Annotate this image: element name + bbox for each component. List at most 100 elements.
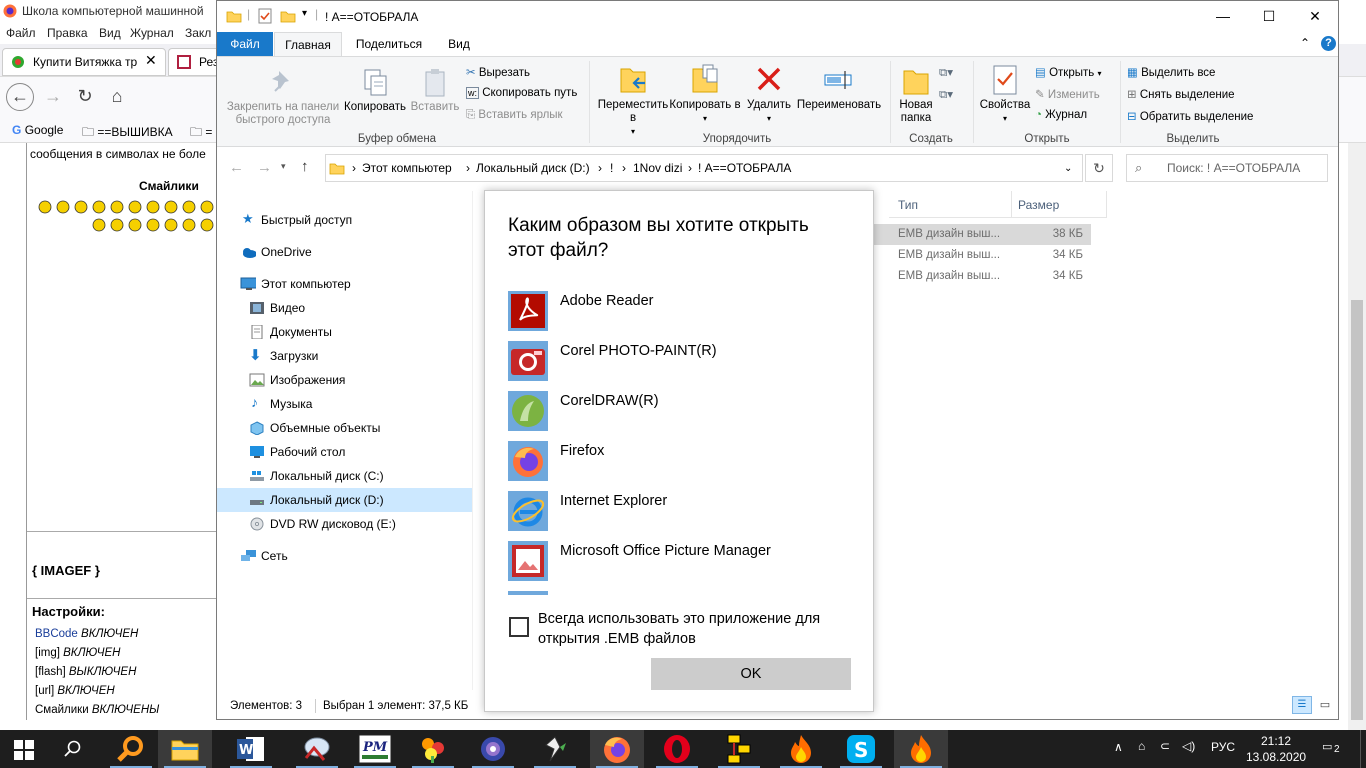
nav-pictures[interactable]: Изображения <box>217 368 473 392</box>
select-all-button[interactable]: ▦ Выделить все <box>1127 65 1215 79</box>
up-button[interactable]: ↑ <box>301 158 309 175</box>
move-to-button[interactable]: Переместить в ▾ <box>595 63 671 137</box>
paste-button[interactable]: Вставить <box>409 67 461 114</box>
back-button[interactable]: ← <box>6 83 34 111</box>
setting-key[interactable]: BBCode <box>35 628 78 640</box>
taskbar-flower[interactable] <box>466 730 520 768</box>
menu-bookmarks[interactable]: Закл <box>185 26 211 40</box>
breadcrumb-current[interactable]: ! А==ОТОБРАЛА <box>698 161 791 175</box>
maximize-button[interactable]: ☐ <box>1246 1 1292 32</box>
rename-button[interactable]: Переименовать <box>795 63 883 112</box>
app-option-adobe-reader[interactable]: Adobe Reader <box>508 291 848 331</box>
taskbar-flowers[interactable] <box>406 730 460 768</box>
browser-tab-1[interactable]: Купити Витяжка тр ✕ <box>2 48 166 76</box>
file-row[interactable]: EMB дизайн выш... 38 КБ <box>874 224 1091 245</box>
large-icons-view-icon[interactable]: ▭ <box>1316 696 1334 714</box>
invert-selection-button[interactable]: ⊟ Обратить выделение <box>1127 109 1253 123</box>
breadcrumb-this-pc[interactable]: Этот компьютер <box>362 161 452 175</box>
minimize-button[interactable]: — <box>1200 1 1246 32</box>
breadcrumb-disk-d[interactable]: Локальный диск (D:) <box>476 161 590 175</box>
breadcrumb-bang[interactable]: ! <box>610 161 613 175</box>
refresh-button[interactable]: ↻ <box>1085 154 1113 182</box>
copy-button[interactable]: Копировать <box>341 67 409 114</box>
help-icon[interactable]: ? <box>1321 36 1336 51</box>
nav-disk-d[interactable]: Локальный диск (D:) <box>217 488 473 512</box>
always-use-checkbox[interactable] <box>509 617 529 637</box>
column-divider[interactable] <box>1106 191 1107 217</box>
taskbar-chart-app[interactable] <box>712 730 766 768</box>
easy-access-button[interactable]: ⧉▾ <box>939 87 953 102</box>
menu-edit[interactable]: Правка <box>47 26 88 40</box>
nav-3d-objects[interactable]: Объемные объекты <box>217 416 473 440</box>
close-button[interactable]: ✕ <box>1292 1 1338 32</box>
new-item-button[interactable]: ⧉▾ <box>939 65 953 80</box>
bookmark-google[interactable]: G Google <box>12 123 63 137</box>
taskbar-firefox[interactable] <box>590 730 644 768</box>
search-button[interactable] <box>46 730 100 768</box>
tray-wifi-icon[interactable]: ⊂ <box>1160 739 1170 753</box>
address-bar[interactable]: › Этот компьютер › Локальный диск (D:) ›… <box>325 154 1083 182</box>
browser-scrollbar-thumb[interactable] <box>1351 300 1363 720</box>
tray-overflow-icon[interactable]: ∧ <box>1114 740 1123 754</box>
taskbar-fire-app-2[interactable] <box>894 730 948 768</box>
tab-home[interactable]: Главная <box>274 32 342 56</box>
menu-history[interactable]: Журнал <box>130 26 174 40</box>
nav-network[interactable]: Сеть <box>217 544 473 568</box>
history-button[interactable]: ◔ Журнал <box>1035 109 1087 121</box>
taskbar-skype[interactable]: S <box>834 730 888 768</box>
quick-access-dropdown-icon[interactable]: ▾ <box>302 8 307 19</box>
nav-this-pc[interactable]: Этот компьютер <box>217 272 473 296</box>
app-option-firefox[interactable]: Firefox <box>508 441 848 481</box>
column-divider[interactable] <box>1011 191 1012 217</box>
copy-to-button[interactable]: Копировать в ▾ <box>669 63 741 124</box>
notifications-button[interactable]: ▭ 2 <box>1322 740 1342 758</box>
close-icon[interactable]: ✕ <box>145 52 157 69</box>
app-option-internet-explorer[interactable]: Internet Explorer <box>508 491 848 531</box>
smilies-grid[interactable] <box>37 199 217 235</box>
tab-file[interactable]: Файл <box>217 32 273 56</box>
properties-quick-icon[interactable] <box>258 8 272 24</box>
nav-onedrive[interactable]: OneDrive <box>217 240 473 264</box>
app-option-corel-photo-paint[interactable]: Corel PHOTO-PAINT(R) <box>508 341 848 381</box>
cut-button[interactable]: ✂ Вырезать <box>466 65 530 79</box>
column-header-size[interactable]: Размер <box>1018 198 1059 212</box>
pin-quick-access-button[interactable]: Закрепить на панели быстрого доступа <box>223 67 343 127</box>
menu-view[interactable]: Вид <box>99 26 121 40</box>
nav-desktop[interactable]: Рабочий стол <box>217 440 473 464</box>
new-folder-quick-icon[interactable] <box>280 9 296 23</box>
edit-button[interactable]: ✎ Изменить <box>1035 87 1100 101</box>
nav-documents[interactable]: Документы <box>217 320 473 344</box>
nav-quick-access[interactable]: ★ Быстрый доступ <box>217 208 473 232</box>
nav-music[interactable]: ♪ Музыка <box>217 392 473 416</box>
taskbar-file-explorer[interactable] <box>158 730 212 768</box>
bookmark-folder-3[interactable]: 🗀 = <box>190 123 212 144</box>
details-view-icon[interactable]: ☰ <box>1292 696 1312 714</box>
pane-divider[interactable] <box>472 191 473 690</box>
home-button[interactable]: ⌂ <box>104 83 130 109</box>
address-dropdown-icon[interactable]: ⌄ <box>1064 163 1072 174</box>
speaker-icon[interactable]: ◁) <box>1182 739 1195 753</box>
tab-share[interactable]: Поделиться <box>347 32 431 56</box>
delete-button[interactable]: Удалить ▾ <box>743 63 795 124</box>
taskbar-embird[interactable] <box>290 730 344 768</box>
reload-button[interactable]: ↻ <box>72 83 98 109</box>
recent-locations-icon[interactable]: ▾ <box>281 161 286 172</box>
select-none-button[interactable]: ⊞ Снять выделение <box>1127 87 1235 101</box>
language-indicator[interactable]: РУС <box>1211 740 1235 754</box>
taskbar-inkscape[interactable] <box>528 730 582 768</box>
file-row[interactable]: EMB дизайн выш... 34 КБ <box>874 266 1091 287</box>
app-option-ms-picture-manager[interactable]: Microsoft Office Picture Manager <box>508 541 848 581</box>
always-use-label[interactable]: Всегда использовать это приложение для о… <box>538 609 848 649</box>
copy-path-button[interactable]: w: Скопировать путь <box>466 87 577 99</box>
open-button[interactable]: ▤ Открыть ▾ <box>1035 65 1101 79</box>
collapse-ribbon-icon[interactable]: ⌃ <box>1300 36 1310 50</box>
properties-button[interactable]: Свойства ▾ <box>977 63 1033 124</box>
breadcrumb-1nov[interactable]: 1Nov dizi <box>633 161 682 175</box>
search-box[interactable]: ⌕ Поиск: ! А==ОТОБРАЛА <box>1126 154 1328 182</box>
forward-button[interactable]: → <box>40 83 66 109</box>
nav-disk-c[interactable]: Локальный диск (C:) <box>217 464 473 488</box>
menu-file[interactable]: Файл <box>6 26 36 40</box>
nav-downloads[interactable]: ⬇ Загрузки <box>217 344 473 368</box>
clock[interactable]: 21:12 13.08.2020 <box>1246 733 1306 765</box>
show-desktop-button[interactable] <box>1360 730 1366 768</box>
